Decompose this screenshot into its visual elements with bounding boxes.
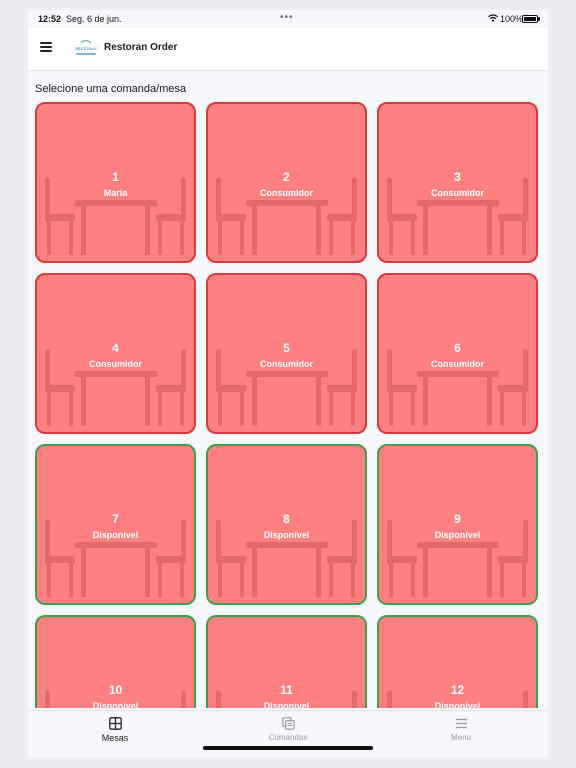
tab-mesas[interactable]: Mesas [55, 717, 175, 743]
app-title: Restoran Order [104, 42, 178, 53]
table-status: Consumidor [431, 359, 484, 369]
battery-icon [522, 15, 538, 23]
table-tile[interactable]: 3 Consumidor [377, 102, 538, 263]
table-tile[interactable]: 9 Disponível [377, 444, 538, 605]
table-number: 9 [454, 512, 461, 526]
table-status: Disponível [434, 530, 481, 540]
menu-icon [455, 718, 467, 729]
tab-bar: Mesas Comandas Menu [28, 710, 548, 758]
tab-label-comandas: Comandas [268, 733, 308, 742]
table-status: Consumidor [89, 359, 142, 369]
app-window: 12:52 Seg. 6 de jun. ••• 100% RESTORAN R… [28, 10, 548, 758]
table-tile[interactable]: 4 Consumidor [35, 273, 196, 434]
table-tile[interactable]: 11 Disponível [206, 615, 367, 708]
table-number: 6 [454, 341, 461, 355]
table-number: 12 [450, 683, 465, 697]
table-number: 8 [283, 512, 290, 526]
table-tile[interactable]: 6 Consumidor [377, 273, 538, 434]
svg-text:RESTORAN: RESTORAN [75, 47, 97, 51]
copy-icon [281, 717, 295, 730]
tab-label-mesas: Mesas [101, 733, 129, 743]
table-status: Consumidor [431, 188, 484, 198]
table-number: 5 [283, 341, 290, 355]
table-number: 7 [112, 512, 119, 526]
hamburger-menu-icon[interactable] [40, 42, 52, 52]
tab-menu[interactable]: Menu [401, 717, 521, 742]
table-status: Disponível [92, 530, 139, 540]
table-number: 1 [112, 170, 119, 184]
table-status: Disponível [263, 701, 310, 708]
grid-icon [108, 717, 122, 730]
table-status: Disponível [263, 530, 310, 540]
table-number: 10 [108, 683, 123, 697]
table-status: Consumidor [260, 188, 313, 198]
table-number: 4 [112, 341, 119, 355]
table-status: Disponível [434, 701, 481, 708]
table-status: Consumidor [260, 359, 313, 369]
table-tile[interactable]: 12 Disponível [377, 615, 538, 708]
status-date: Seg. 6 de jun. [66, 14, 122, 24]
table-tile[interactable]: 8 Disponível [206, 444, 367, 605]
home-indicator [203, 746, 373, 750]
table-tile[interactable]: 10 Disponível [35, 615, 196, 708]
table-tile[interactable]: 2 Consumidor [206, 102, 367, 263]
table-tile[interactable]: 1 Maria [35, 102, 196, 263]
table-status: Maria [103, 188, 128, 198]
section-title: Selecione uma comanda/mesa [35, 83, 187, 95]
table-tile[interactable]: 5 Consumidor [206, 273, 367, 434]
tab-comandas[interactable]: Comandas [228, 717, 348, 742]
table-number: 3 [454, 170, 461, 184]
table-status: Disponível [92, 701, 139, 708]
table-tile[interactable]: 7 Disponível [35, 444, 196, 605]
status-bar: 12:52 Seg. 6 de jun. ••• 100% [28, 10, 548, 28]
status-time: 12:52 [38, 14, 62, 24]
table-number: 2 [283, 170, 290, 184]
tables-view[interactable]: Selecione uma comanda/mesa 1 Maria 2 Consum… [28, 70, 548, 708]
battery-tip [538, 17, 540, 21]
wifi-icon [488, 14, 498, 22]
battery-percent: 100% [500, 14, 524, 24]
multitask-dots[interactable]: ••• [280, 12, 294, 23]
tab-label-menu: Menu [450, 733, 471, 742]
restoran-logo: RESTORAN [75, 40, 97, 55]
table-number: 11 [280, 683, 293, 697]
app-bar: RESTORAN Restoran Order [28, 28, 548, 71]
